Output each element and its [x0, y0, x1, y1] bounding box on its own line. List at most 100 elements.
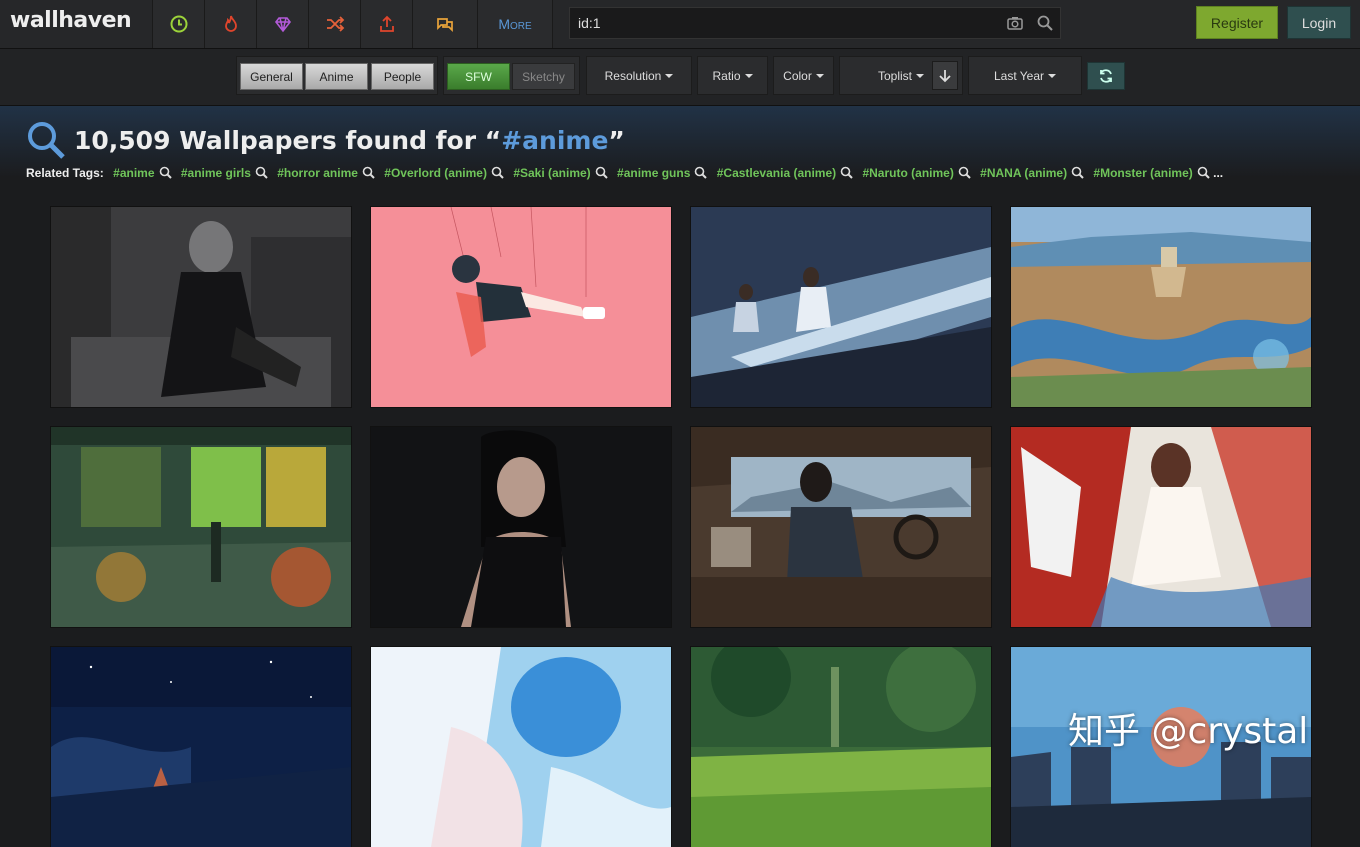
result-prefix: Wallpapers found for “ — [179, 126, 502, 155]
upload-button[interactable] — [360, 0, 412, 48]
chevron-down-icon — [916, 73, 924, 78]
login-button[interactable]: Login — [1287, 6, 1351, 39]
chevron-down-icon — [815, 73, 824, 78]
purity-sketchy[interactable]: Sketchy — [512, 63, 575, 90]
hot-button[interactable] — [204, 0, 256, 48]
related-tag[interactable]: #anime guns — [617, 166, 690, 180]
wallpaper-image — [691, 207, 991, 407]
category-general[interactable]: General — [240, 63, 303, 90]
wallpaper-thumb[interactable] — [51, 427, 351, 627]
sorting-label: Toplist — [877, 68, 912, 83]
more-menu[interactable]: More — [477, 0, 553, 48]
search-icon — [28, 122, 65, 159]
diamond-icon — [274, 17, 291, 33]
search-icon[interactable] — [1071, 166, 1084, 179]
wallpaper-image — [1011, 207, 1311, 407]
purity-sfw[interactable]: SFW — [447, 63, 510, 90]
refresh-button[interactable] — [1087, 62, 1125, 90]
wallpaper-thumb[interactable] — [1011, 207, 1311, 407]
resolution-label: Resolution — [604, 68, 662, 83]
wallpaper-image — [371, 427, 671, 627]
camera-icon[interactable] — [1006, 14, 1024, 32]
wallpaper-image — [51, 427, 351, 627]
wallpaper-thumb[interactable] — [1011, 427, 1311, 627]
wallpaper-thumb[interactable] — [371, 427, 671, 627]
resolution-dropdown[interactable]: Resolution — [586, 56, 692, 95]
arrow-down-icon — [939, 69, 951, 82]
more-tags-ellipsis[interactable]: ... — [1213, 166, 1223, 180]
search-icon[interactable] — [694, 166, 708, 179]
wallpaper-image — [371, 207, 671, 407]
search-input[interactable] — [570, 8, 990, 38]
purity-group: SFW Sketchy — [443, 56, 580, 95]
wallpaper-thumb[interactable] — [371, 207, 671, 407]
search-icon[interactable] — [1197, 166, 1210, 179]
ratio-label: Ratio — [712, 68, 741, 83]
search-icon[interactable] — [362, 166, 375, 179]
filter-bar: General Anime People SFW Sketchy Resolut… — [0, 49, 1360, 106]
related-tag[interactable]: #NANA (anime) — [980, 166, 1067, 180]
chevron-down-icon — [1048, 73, 1057, 78]
related-tag[interactable]: #horror anime — [277, 166, 358, 180]
result-query[interactable]: #anime — [501, 126, 608, 155]
result-suffix: ” — [608, 126, 625, 155]
related-tag[interactable]: #Naruto (anime) — [862, 166, 953, 180]
related-tag[interactable]: #anime — [113, 166, 154, 180]
related-tag[interactable]: #Overlord (anime) — [384, 166, 487, 180]
chat-icon — [437, 18, 453, 33]
sort-order-button[interactable] — [932, 61, 958, 90]
wallpaper-image — [371, 647, 671, 847]
related-tags-label: Related Tags: — [26, 166, 104, 180]
wallpaper-image — [51, 647, 351, 847]
shuffle-icon — [326, 16, 344, 32]
register-button[interactable]: Register — [1196, 6, 1278, 39]
logo[interactable]: wallhaven — [10, 8, 132, 33]
search-icon[interactable] — [159, 166, 172, 179]
range-dropdown[interactable]: Last Year — [968, 56, 1082, 95]
page-title: 10,509 Wallpapers found for “#anime” — [74, 126, 625, 155]
upload-icon — [379, 15, 394, 32]
search-icon[interactable] — [255, 166, 268, 179]
wallpaper-thumb[interactable] — [371, 647, 671, 847]
wallpaper-image — [51, 207, 351, 407]
result-count: 10,509 — [74, 126, 171, 155]
wallpaper-image — [691, 647, 991, 847]
random-button[interactable] — [308, 0, 360, 48]
wallpaper-image — [691, 427, 991, 627]
top-bar: wallhaven More Register Login — [0, 0, 1360, 49]
related-tags: Related Tags: #anime #anime girls #horro… — [26, 166, 1223, 180]
color-label: Color — [783, 68, 812, 83]
related-tag[interactable]: #anime girls — [181, 166, 251, 180]
category-group: General Anime People — [236, 56, 438, 95]
chevron-down-icon — [665, 73, 674, 78]
search-icon[interactable] — [958, 166, 971, 179]
range-label: Last Year — [993, 68, 1045, 83]
forums-button[interactable] — [412, 0, 477, 48]
search-icon[interactable] — [595, 166, 608, 179]
latest-button[interactable] — [152, 0, 204, 48]
fire-icon — [224, 15, 237, 32]
ratio-dropdown[interactable]: Ratio — [697, 56, 768, 95]
category-anime[interactable]: Anime — [305, 63, 368, 90]
search-box — [569, 7, 1061, 39]
wallpaper-thumb[interactable] — [691, 207, 991, 407]
search-icon[interactable] — [491, 166, 504, 179]
wallpaper-thumb[interactable] — [691, 427, 991, 627]
search-icon[interactable] — [840, 166, 853, 179]
search-icon[interactable] — [1036, 14, 1054, 32]
chevron-down-icon — [744, 73, 753, 78]
watermark: 知乎 @crystal — [1068, 711, 1309, 752]
related-tag[interactable]: #Saki (anime) — [513, 166, 590, 180]
wallpaper-thumb[interactable] — [51, 207, 351, 407]
results-header: 10,509 Wallpapers found for “#anime” Rel… — [0, 106, 1360, 190]
clock-icon — [170, 15, 187, 33]
related-tag[interactable]: #Castlevania (anime) — [717, 166, 836, 180]
wallpaper-image — [1011, 427, 1311, 627]
wallpaper-thumb[interactable] — [51, 647, 351, 847]
wallpaper-thumb[interactable] — [691, 647, 991, 847]
category-people[interactable]: People — [371, 63, 434, 90]
color-dropdown[interactable]: Color — [773, 56, 834, 95]
related-tag[interactable]: #Monster (anime) — [1093, 166, 1192, 180]
toplist-button[interactable] — [256, 0, 308, 48]
refresh-icon — [1100, 69, 1112, 83]
